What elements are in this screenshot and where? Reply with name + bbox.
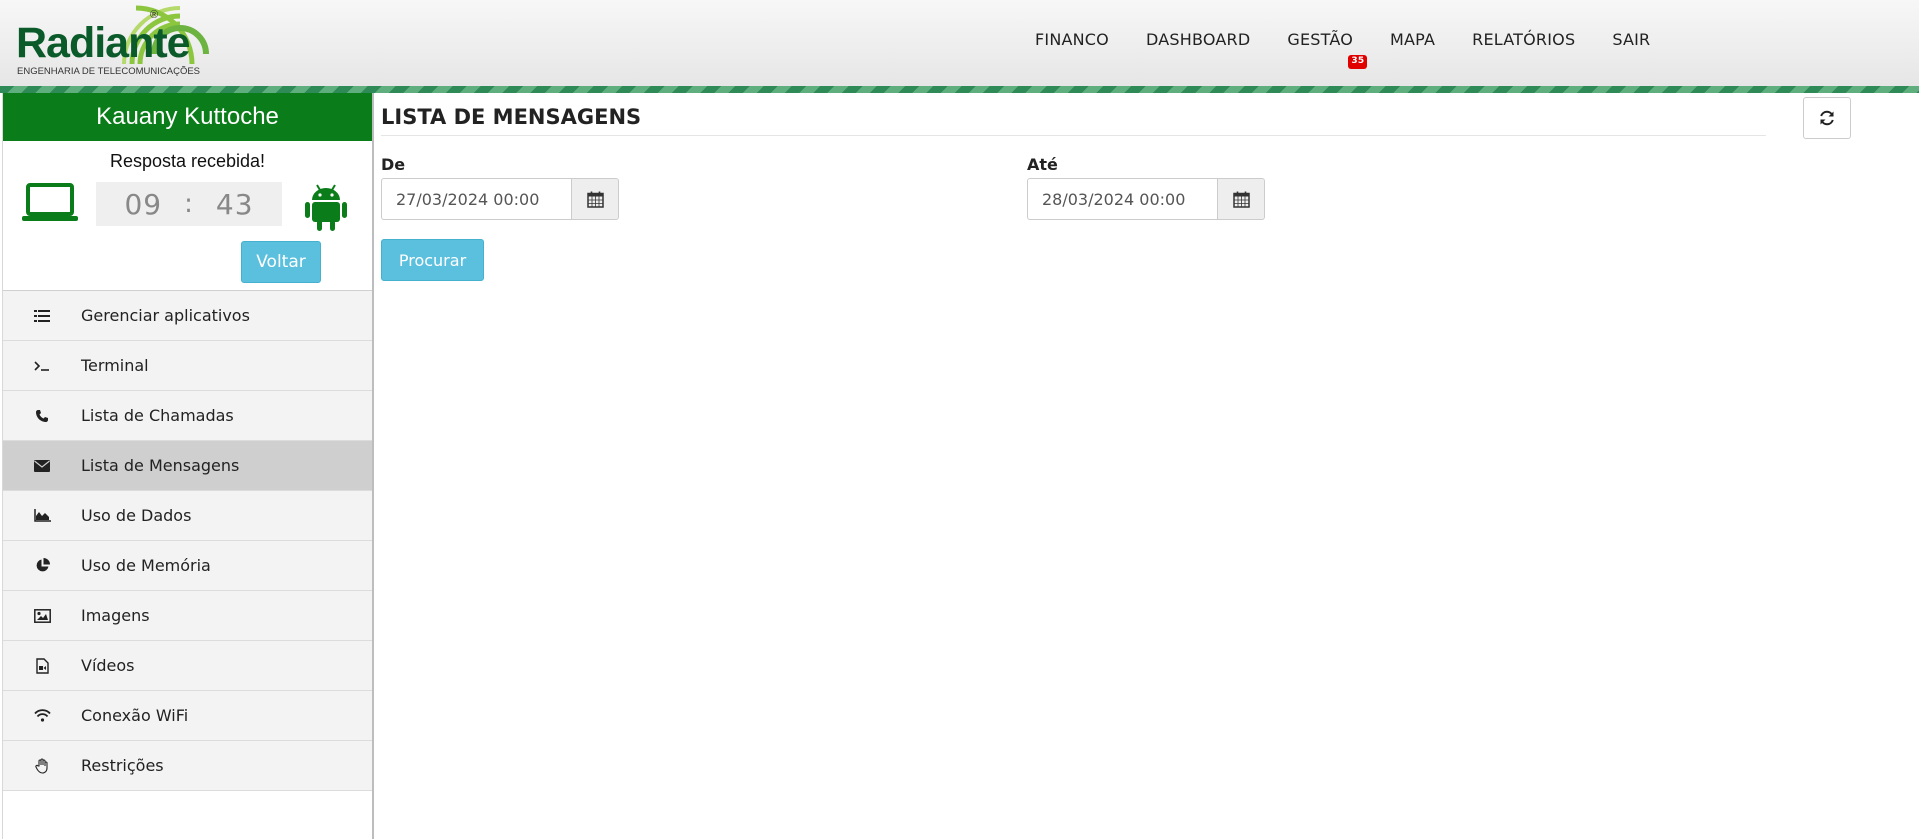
from-date-picker-button[interactable] (571, 178, 619, 220)
menu-item-uso-de-memoria[interactable]: Uso de Memória (3, 541, 372, 591)
logo-wordmark: Radiante (16, 19, 191, 67)
phone-icon (3, 409, 81, 423)
pie-chart-icon (3, 558, 81, 573)
header-stripe-divider (0, 86, 1919, 93)
menu-item-conexao-wifi[interactable]: Conexão WiFi (3, 691, 372, 741)
nav-financo[interactable]: FINANCO (1035, 30, 1109, 49)
list-icon (3, 309, 81, 323)
hand-icon (3, 757, 81, 774)
nav-gestao[interactable]: GESTÃO 35 (1287, 30, 1368, 69)
search-button[interactable]: Procurar (381, 239, 484, 281)
calendar-icon (586, 191, 604, 208)
response-timer: 09 : 43 (96, 182, 282, 226)
area-chart-icon (3, 509, 81, 522)
to-date-input[interactable] (1027, 178, 1217, 220)
device-sidebar: Kauany Kuttoche Resposta recebida! 09 : … (2, 93, 374, 839)
menu-item-uso-de-dados[interactable]: Uso de Dados (3, 491, 372, 541)
menu-item-terminal[interactable]: Terminal (3, 341, 372, 391)
connection-status-panel: Resposta recebida! 09 : 43 Voltar (3, 141, 372, 291)
to-date-label: Até (1027, 155, 1058, 174)
calendar-icon (1232, 191, 1250, 208)
menu-item-restricoes[interactable]: Restrições (3, 741, 372, 791)
from-date-input[interactable] (381, 178, 571, 220)
nav-sair[interactable]: SAIR (1612, 30, 1650, 49)
nav-mapa[interactable]: MAPA (1390, 30, 1435, 49)
menu-item-label: Restrições (81, 756, 164, 775)
radiante-logo[interactable]: Radiante ® ENGENHARIA DE TELECOMUNICAÇÕE… (16, 2, 236, 78)
menu-item-lista-de-chamadas[interactable]: Lista de Chamadas (3, 391, 372, 441)
device-user-name: Kauany Kuttoche (3, 93, 372, 141)
main-nav: FINANCO DASHBOARD GESTÃO 35 MAPA RELATÓR… (1035, 30, 1687, 69)
timer-hours: 09 (124, 187, 163, 221)
timer-minutes: 43 (215, 187, 254, 221)
timer-separator: : (184, 189, 194, 219)
video-file-icon (3, 657, 81, 674)
menu-item-label: Vídeos (81, 656, 135, 675)
title-divider (381, 135, 1766, 136)
terminal-icon (3, 360, 81, 372)
logo-registered-mark: ® (150, 9, 159, 21)
android-icon (305, 184, 347, 231)
to-date-picker-button[interactable] (1217, 178, 1265, 220)
menu-item-label: Uso de Dados (81, 506, 192, 525)
menu-item-imagens[interactable]: Imagens (3, 591, 372, 641)
laptop-icon (22, 183, 78, 221)
from-date-label: De (381, 155, 406, 174)
wifi-icon (3, 709, 81, 722)
notification-badge: 35 (1348, 55, 1368, 69)
top-header: Radiante ® ENGENHARIA DE TELECOMUNICAÇÕE… (0, 0, 1919, 86)
page-title: LISTA DE MENSAGENS (381, 105, 642, 129)
nav-gestao-label: GESTÃO (1287, 30, 1354, 49)
logo-subtitle: ENGENHARIA DE TELECOMUNICAÇÕES (17, 66, 201, 77)
menu-item-label: Gerenciar aplicativos (81, 306, 250, 325)
to-date-group (1027, 178, 1265, 220)
from-date-group (381, 178, 619, 220)
device-menu: Gerenciar aplicativos Terminal Lista de … (3, 291, 372, 791)
menu-item-label: Uso de Memória (81, 556, 211, 575)
menu-item-label: Conexão WiFi (81, 706, 189, 725)
menu-item-gerenciar-aplicativos[interactable]: Gerenciar aplicativos (3, 291, 372, 341)
menu-item-label: Lista de Chamadas (81, 406, 234, 425)
refresh-button[interactable] (1803, 97, 1851, 139)
menu-item-lista-de-mensagens[interactable]: Lista de Mensagens (3, 441, 372, 491)
back-button[interactable]: Voltar (241, 241, 321, 283)
status-message: Resposta recebida! (109, 151, 266, 171)
image-icon (3, 608, 81, 623)
menu-item-videos[interactable]: Vídeos (3, 641, 372, 691)
refresh-icon (1820, 110, 1834, 126)
menu-item-label: Terminal (81, 356, 149, 375)
envelope-icon (3, 459, 81, 472)
menu-item-label: Lista de Mensagens (81, 456, 240, 475)
nav-relatorios[interactable]: RELATÓRIOS (1472, 30, 1575, 49)
menu-item-label: Imagens (81, 606, 150, 625)
nav-dashboard[interactable]: DASHBOARD (1146, 30, 1250, 49)
main-content: LISTA DE MENSAGENS De Até (381, 93, 1919, 839)
